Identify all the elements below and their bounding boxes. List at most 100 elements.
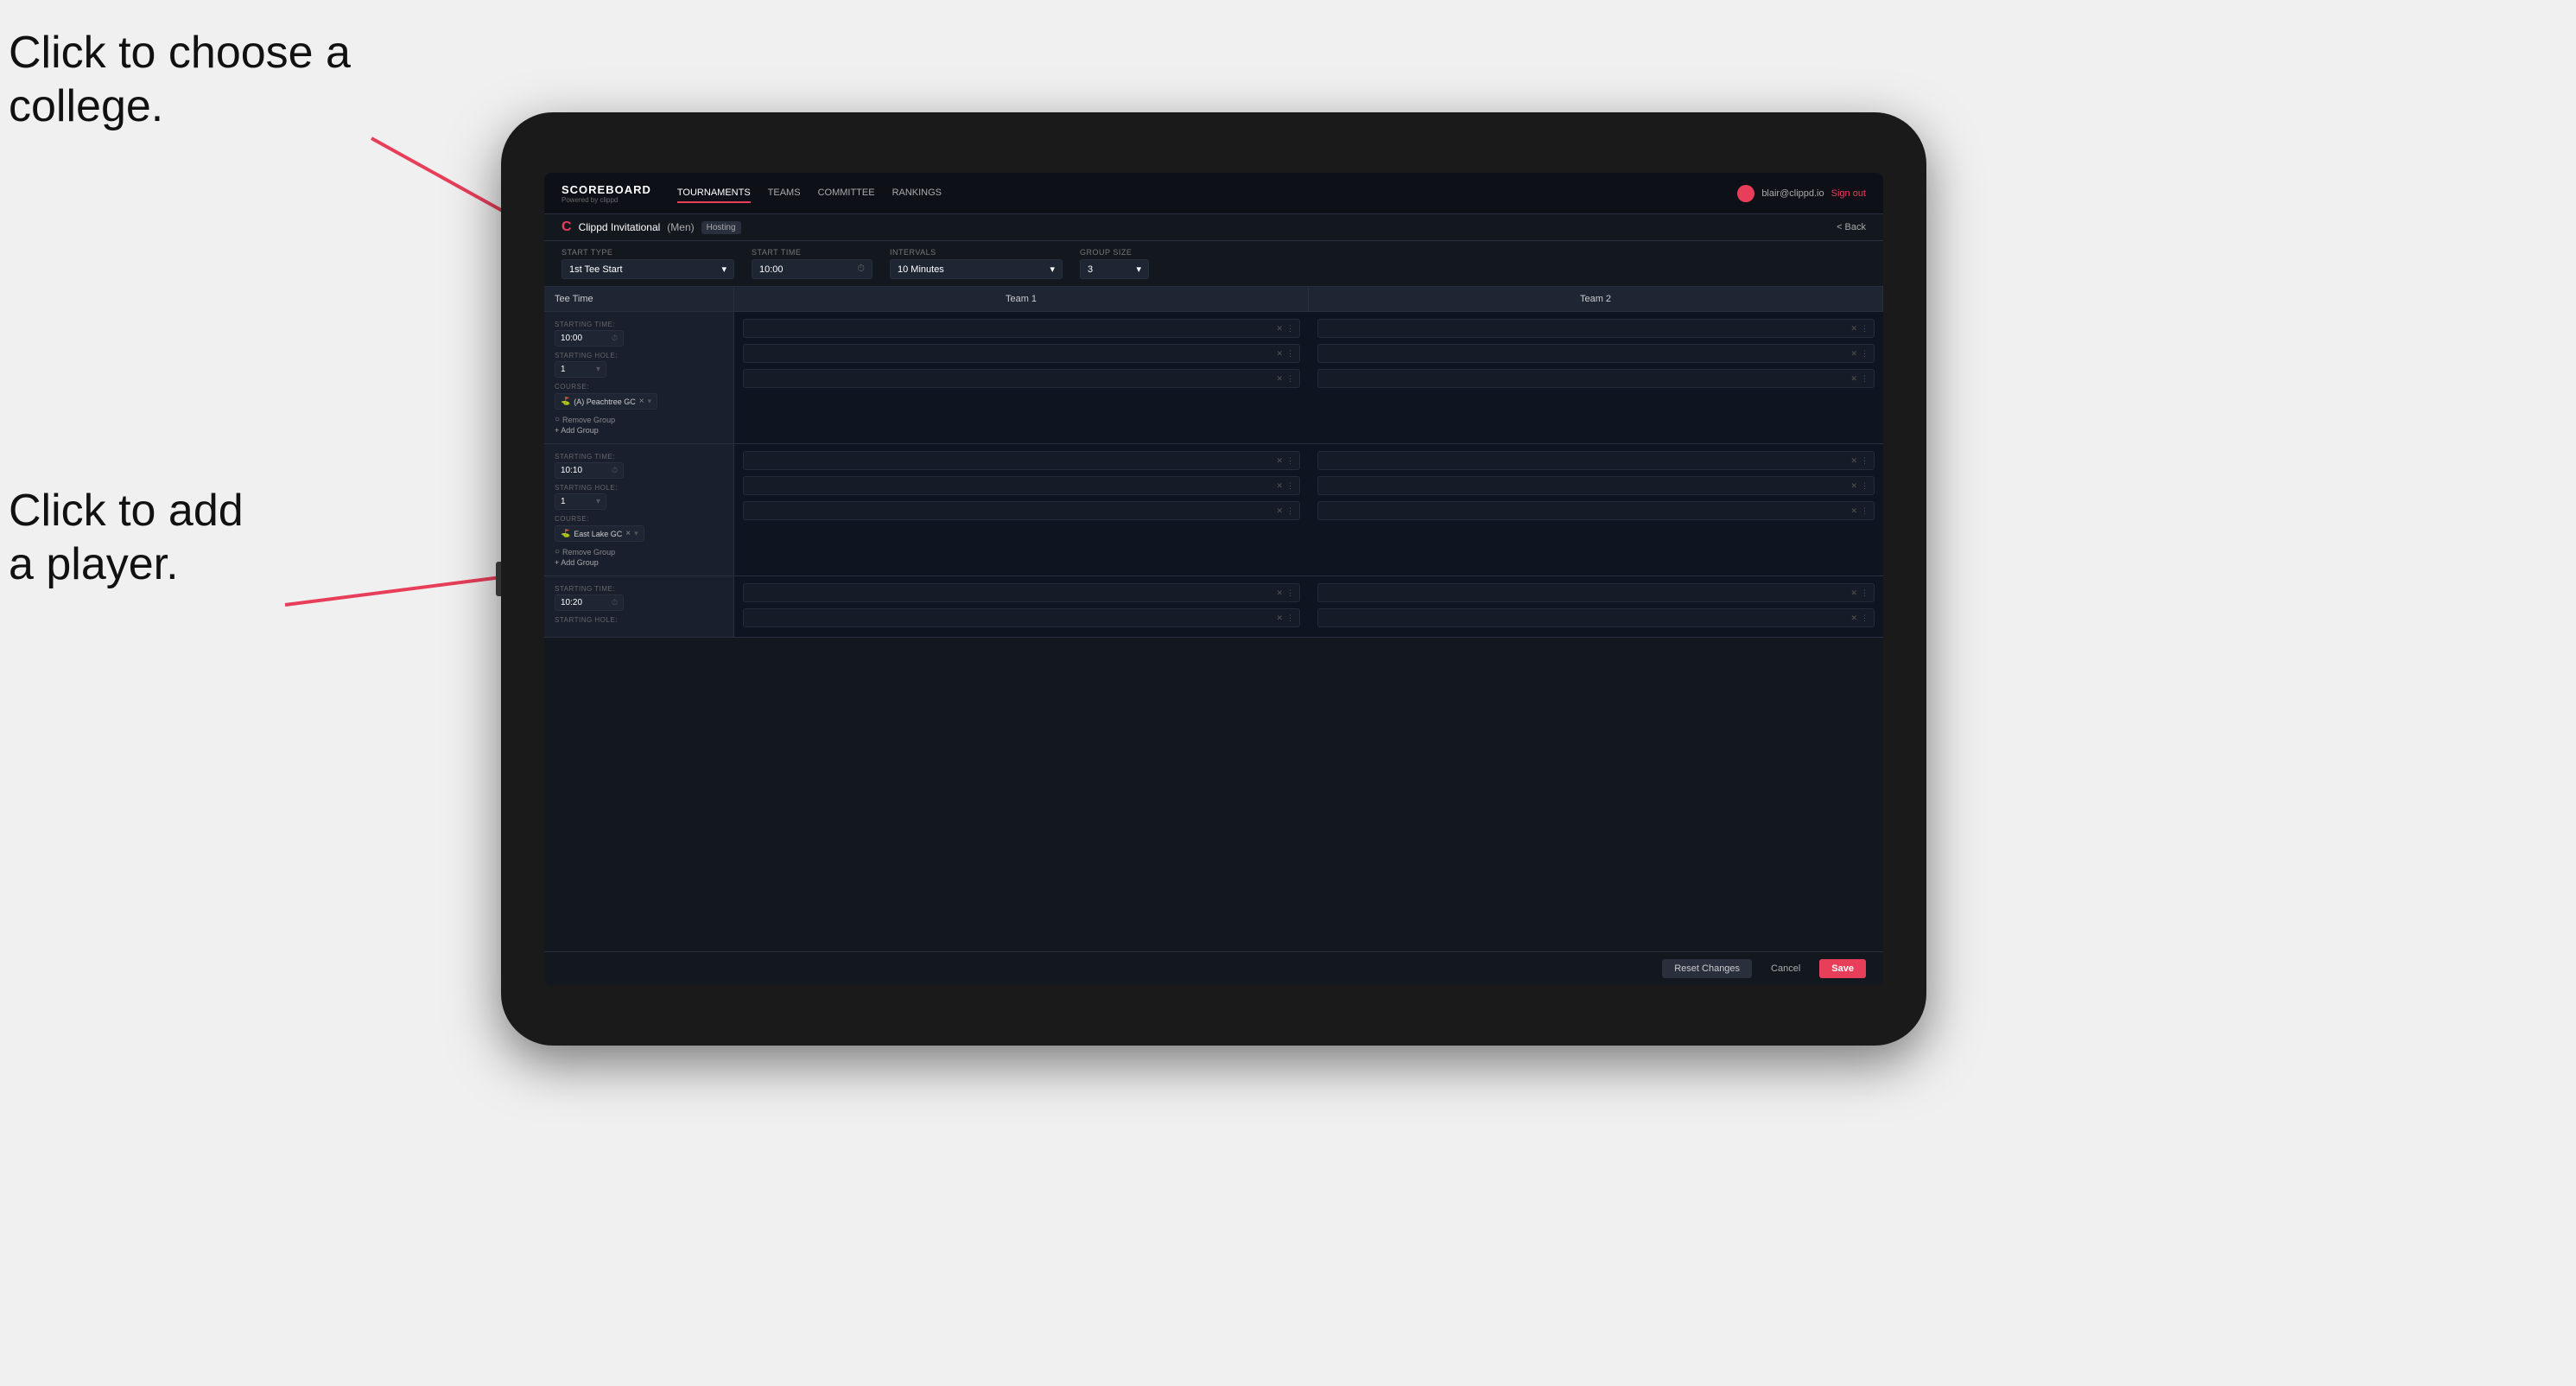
- tournament-gender: (Men): [667, 221, 694, 233]
- expand-icon: ⋮: [1286, 614, 1294, 623]
- course-tag-1[interactable]: ⛳ (A) Peachtree GC × ▾: [555, 393, 657, 410]
- player-slot-3-3[interactable]: ✕⋮: [743, 501, 1300, 520]
- player-slot-2-2[interactable]: ✕⋮: [1317, 344, 1875, 363]
- tournament-name: Clippd Invitational: [579, 221, 661, 233]
- starting-time-label-1: STARTING TIME:: [555, 321, 723, 328]
- th-team1: Team 1: [734, 287, 1309, 311]
- starting-time-value-1: 10:00: [561, 334, 582, 343]
- player-slot-4-3[interactable]: ✕⋮: [1317, 501, 1875, 520]
- group-actions-2: ○ Remove Group + Add Group: [555, 547, 723, 567]
- course-tag-2[interactable]: ⛳ East Lake GC × ▾: [555, 525, 644, 542]
- breadcrumb-bar: C Clippd Invitational (Men) Hosting < Ba…: [544, 214, 1883, 241]
- starting-hole-label-3: STARTING HOLE:: [555, 616, 723, 624]
- start-time-select[interactable]: 10:00 ⏱: [752, 259, 872, 279]
- start-type-select[interactable]: 1st Tee Start ▾: [562, 259, 734, 279]
- x-icon: ✕: [1276, 614, 1283, 623]
- tablet-screen: SCOREBOARD Powered by clippd TOURNAMENTS…: [544, 173, 1883, 985]
- course-label-2: COURSE:: [555, 515, 723, 523]
- starting-time-input-3[interactable]: 10:20 ⏱: [555, 594, 624, 611]
- player-slot-6-1[interactable]: ✕⋮: [1317, 583, 1875, 602]
- sign-out-link[interactable]: Sign out: [1831, 188, 1866, 199]
- intervals-label: Intervals: [890, 248, 1063, 257]
- controls-bar: Start Type 1st Tee Start ▾ Start Time 10…: [544, 241, 1883, 287]
- player-slot-3-2[interactable]: ✕⋮: [743, 476, 1300, 495]
- add-group-1[interactable]: + Add Group: [555, 426, 723, 435]
- start-type-value: 1st Tee Start: [569, 264, 623, 275]
- x-icon: ✕: [1276, 481, 1283, 491]
- nav-link-teams[interactable]: TEAMS: [768, 184, 801, 203]
- group-size-value: 3: [1088, 264, 1093, 275]
- player-slot-5-1[interactable]: ✕⋮: [743, 583, 1300, 602]
- x-icon: ✕: [1850, 588, 1857, 598]
- player-slot-2-3[interactable]: ✕⋮: [1317, 369, 1875, 388]
- nav-bar: SCOREBOARD Powered by clippd TOURNAMENTS…: [544, 173, 1883, 214]
- expand-icon: ⋮: [1286, 374, 1294, 384]
- annotation-college: Click to choose acollege.: [9, 26, 351, 134]
- back-button[interactable]: < Back: [1837, 222, 1866, 232]
- player-slot-1-1[interactable]: ✕⋮: [743, 319, 1300, 338]
- th-team2: Team 2: [1309, 287, 1883, 311]
- reset-changes-button[interactable]: Reset Changes: [1662, 959, 1752, 978]
- x-icon: ✕: [1276, 324, 1283, 334]
- course-remove-2[interactable]: ×: [625, 529, 631, 538]
- th-tee-time: Tee Time: [544, 287, 734, 311]
- group-size-chevron: ▾: [1136, 264, 1141, 275]
- starting-time-input-2[interactable]: 10:10 ⏱: [555, 462, 624, 479]
- x-icon: ✕: [1850, 614, 1857, 623]
- x-icon: ✕: [1850, 349, 1857, 359]
- breadcrumb: C Clippd Invitational (Men) Hosting: [562, 219, 741, 235]
- starting-time-value-2: 10:10: [561, 466, 582, 475]
- group-size-group: Group Size 3 ▾: [1080, 248, 1149, 279]
- expand-icon: ⋮: [1286, 456, 1294, 466]
- team1-group-3: ✕⋮ ✕⋮: [734, 576, 1309, 637]
- app-name: SCOREBOARD: [562, 183, 651, 196]
- starting-hole-label-1: STARTING HOLE:: [555, 352, 723, 359]
- group-actions-1: ○ Remove Group + Add Group: [555, 415, 723, 435]
- x-icon: ✕: [1276, 374, 1283, 384]
- group-size-label: Group Size: [1080, 248, 1149, 257]
- hole-chevron-1: ▾: [596, 365, 600, 374]
- player-slot-6-2[interactable]: ✕⋮: [1317, 608, 1875, 627]
- player-slot-1-3[interactable]: ✕⋮: [743, 369, 1300, 388]
- remove-group-2[interactable]: ○ Remove Group: [555, 547, 723, 556]
- expand-icon: ⋮: [1861, 506, 1869, 516]
- player-slot-1-2[interactable]: ✕⋮: [743, 344, 1300, 363]
- player-slot-3-1[interactable]: ✕⋮: [743, 451, 1300, 470]
- add-group-2[interactable]: + Add Group: [555, 558, 723, 567]
- course-remove-1[interactable]: ×: [639, 397, 644, 406]
- player-slot-5-2[interactable]: ✕⋮: [743, 608, 1300, 627]
- nav-link-rankings[interactable]: RANKINGS: [892, 184, 942, 203]
- nav-link-tournaments[interactable]: TOURNAMENTS: [677, 184, 751, 203]
- save-button[interactable]: Save: [1819, 959, 1866, 978]
- starting-time-label-2: STARTING TIME:: [555, 453, 723, 461]
- player-slot-2-1[interactable]: ✕⋮: [1317, 319, 1875, 338]
- remove-icon-2: ○: [555, 547, 560, 556]
- group-left-1: STARTING TIME: 10:00 ⏱ STARTING HOLE: 1 …: [544, 312, 734, 443]
- course-name-1: (A) Peachtree GC: [574, 397, 636, 406]
- group-left-2: STARTING TIME: 10:10 ⏱ STARTING HOLE: 1 …: [544, 444, 734, 575]
- team2-group-1: ✕⋮ ✕⋮ ✕⋮: [1309, 312, 1883, 443]
- x-icon: ✕: [1276, 349, 1283, 359]
- team1-group-1: ✕⋮ ✕⋮ ✕⋮: [734, 312, 1309, 443]
- cancel-button[interactable]: Cancel: [1759, 959, 1812, 978]
- group-size-select[interactable]: 3 ▾: [1080, 259, 1149, 279]
- x-icon: ✕: [1276, 588, 1283, 598]
- expand-icon: ⋮: [1861, 588, 1869, 598]
- intervals-value: 10 Minutes: [898, 264, 944, 275]
- scroll-content[interactable]: STARTING TIME: 10:00 ⏱ STARTING HOLE: 1 …: [544, 312, 1883, 951]
- player-slot-4-2[interactable]: ✕⋮: [1317, 476, 1875, 495]
- starting-time-label-3: STARTING TIME:: [555, 585, 723, 593]
- intervals-select[interactable]: 10 Minutes ▾: [890, 259, 1063, 279]
- starting-hole-input-2[interactable]: 1 ▾: [555, 493, 606, 510]
- nav-link-committee[interactable]: COMMITTEE: [818, 184, 875, 203]
- team2-group-2: ✕⋮ ✕⋮ ✕⋮: [1309, 444, 1883, 575]
- remove-group-1[interactable]: ○ Remove Group: [555, 415, 723, 424]
- starting-hole-input-1[interactable]: 1 ▾: [555, 361, 606, 378]
- starting-time-input-1[interactable]: 10:00 ⏱: [555, 330, 624, 346]
- avatar: [1737, 185, 1754, 202]
- player-slot-4-1[interactable]: ✕⋮: [1317, 451, 1875, 470]
- expand-icon: ⋮: [1861, 324, 1869, 334]
- x-icon: ✕: [1276, 506, 1283, 516]
- group-row: STARTING TIME: 10:00 ⏱ STARTING HOLE: 1 …: [544, 312, 1883, 444]
- tablet-frame: SCOREBOARD Powered by clippd TOURNAMENTS…: [501, 112, 1926, 1046]
